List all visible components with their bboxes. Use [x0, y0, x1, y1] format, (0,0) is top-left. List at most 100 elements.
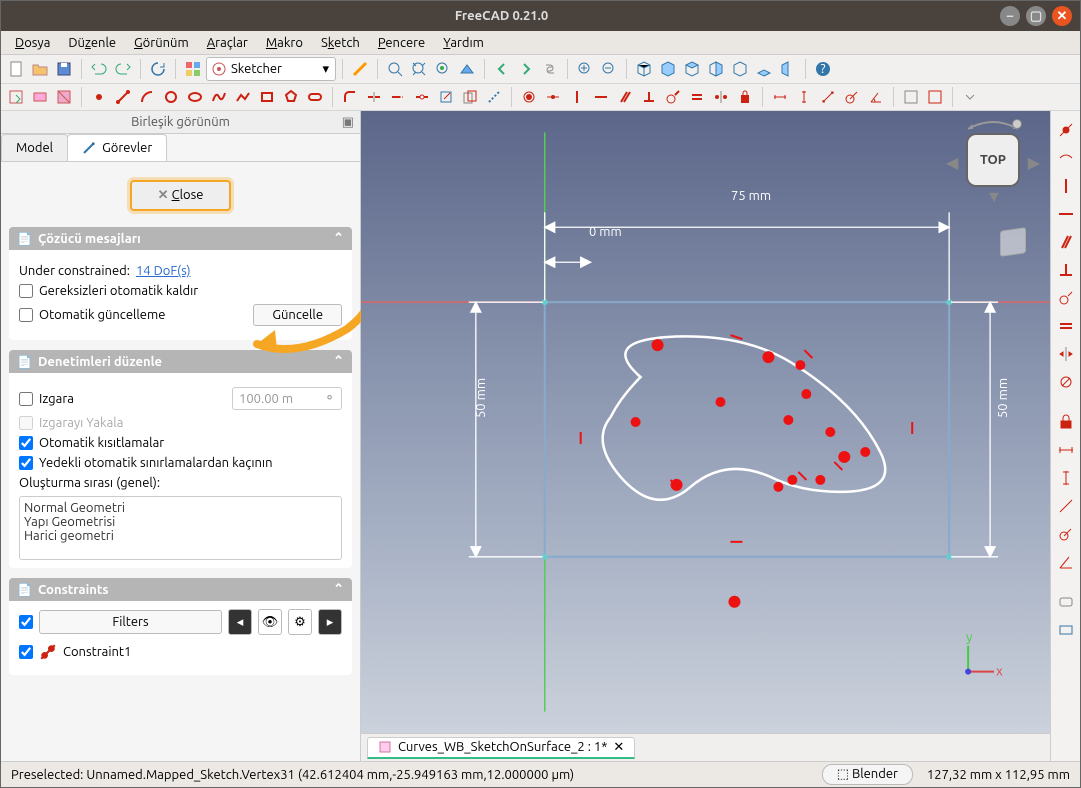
constraint-item-checkbox[interactable]	[19, 645, 33, 659]
trim-icon[interactable]	[363, 86, 385, 108]
update-button[interactable]: Güncelle	[253, 304, 342, 326]
slot-icon[interactable]	[304, 86, 326, 108]
constraints-header[interactable]: Constraints⌃	[9, 578, 352, 601]
render-order-list[interactable]: Normal Geometri Yapı Geometrisi Harici g…	[19, 496, 342, 560]
rc-lock-icon[interactable]	[1055, 411, 1077, 433]
rc-parallel-icon[interactable]	[1055, 231, 1077, 253]
menu-edit[interactable]: Düzenle	[60, 34, 124, 52]
equal-icon[interactable]	[686, 86, 708, 108]
combo-close-icon[interactable]: ▣	[342, 115, 354, 130]
tab-model[interactable]: Model	[1, 134, 68, 161]
rc-vertical-icon[interactable]	[1055, 175, 1077, 197]
rc-horizontal-icon[interactable]	[1055, 203, 1077, 225]
front-view-icon[interactable]	[657, 58, 679, 80]
menu-window[interactable]: Pencere	[370, 34, 433, 52]
zoom-out-icon[interactable]	[598, 58, 620, 80]
edit-controls-header[interactable]: Denetimleri düzenle⌃	[9, 350, 352, 373]
view-sketch-icon[interactable]	[29, 86, 51, 108]
tab-close-icon[interactable]: ✕	[613, 740, 624, 755]
auto-constraints-checkbox[interactable]	[19, 436, 33, 450]
nav-cube[interactable]: TOP ◀ ▶ ▼	[958, 125, 1028, 195]
redo-icon[interactable]	[112, 58, 134, 80]
radius-icon[interactable]	[841, 86, 863, 108]
visibility-icon[interactable]: 👁	[258, 609, 282, 635]
rc-symmetric-icon[interactable]	[1055, 343, 1077, 365]
menu-macro[interactable]: Makro	[258, 34, 311, 52]
grid-checkbox[interactable]	[19, 392, 33, 406]
grid-size-input[interactable]: 100.00 m⚬	[232, 387, 342, 410]
menu-help[interactable]: Yardım	[435, 34, 492, 52]
rear-view-icon[interactable]	[729, 58, 751, 80]
rc-equal-icon[interactable]	[1055, 315, 1077, 337]
nav-left-icon[interactable]: ◀	[946, 153, 958, 172]
right-view-icon[interactable]	[705, 58, 727, 80]
workbench-grid-icon[interactable]	[182, 58, 204, 80]
symmetric-icon[interactable]	[710, 86, 732, 108]
tangent-icon[interactable]	[662, 86, 684, 108]
arc-icon[interactable]	[136, 86, 158, 108]
rc-dist-icon[interactable]	[1055, 495, 1077, 517]
rc-block-icon[interactable]	[1055, 371, 1077, 393]
polyline-icon[interactable]	[232, 86, 254, 108]
persp-toggle-icon[interactable]	[1000, 227, 1026, 257]
rc-toggle-icon[interactable]	[1055, 591, 1077, 613]
whats-this-icon[interactable]: ?	[812, 58, 834, 80]
filters-menu-icon[interactable]: ▸	[318, 609, 342, 635]
menu-sketch[interactable]: Sketch	[313, 34, 368, 52]
top-view-icon[interactable]	[681, 58, 703, 80]
extend-icon[interactable]	[387, 86, 409, 108]
refresh-icon[interactable]	[147, 58, 169, 80]
vdist-icon[interactable]	[793, 86, 815, 108]
nav-style-button[interactable]: ⬚ Blender	[822, 764, 913, 785]
fillet-icon[interactable]	[339, 86, 361, 108]
solver-header[interactable]: Çözücü mesajları⌃	[9, 227, 352, 250]
rc-driving-icon[interactable]	[1055, 619, 1077, 641]
perpendicular-icon[interactable]	[638, 86, 660, 108]
settings-icon[interactable]: ⚙	[288, 609, 312, 635]
overflow-icon[interactable]	[959, 86, 981, 108]
point-icon[interactable]	[88, 86, 110, 108]
horizontal-icon[interactable]	[590, 86, 612, 108]
rc-vdist-icon[interactable]	[1055, 467, 1077, 489]
filters-button[interactable]: Filters	[39, 610, 222, 634]
3d-viewport[interactable]: y x 75 mm 0 mm 50 mm 50 mm TOP ◀ ▶ ▼	[361, 111, 1050, 733]
window-close-icon[interactable]: ✕	[1052, 6, 1072, 26]
zoom-fit-icon[interactable]	[384, 58, 406, 80]
external-icon[interactable]	[435, 86, 457, 108]
select-conflict-icon[interactable]	[900, 86, 922, 108]
left-view-icon[interactable]	[777, 58, 799, 80]
parallel-icon[interactable]	[614, 86, 636, 108]
bottom-view-icon[interactable]	[753, 58, 775, 80]
dof-link[interactable]: 14 DoF(s)	[136, 264, 191, 278]
select-redund-icon[interactable]	[924, 86, 946, 108]
bspline-icon[interactable]	[208, 86, 230, 108]
menu-file[interactable]: Dosya	[7, 34, 58, 52]
block-icon[interactable]	[734, 86, 756, 108]
nav-down-icon[interactable]: ▼	[986, 188, 1002, 207]
auto-remove-checkbox[interactable]	[19, 284, 33, 298]
rc-pointonobj-icon[interactable]	[1055, 147, 1077, 169]
draw-style-icon[interactable]	[456, 58, 478, 80]
tab-tasks[interactable]: Görevler	[67, 134, 167, 161]
document-tab[interactable]: Curves_WB_SketchOnSurface_2 : 1* ✕	[367, 737, 635, 759]
zoom-sel-icon[interactable]	[432, 58, 454, 80]
open-icon[interactable]	[29, 58, 51, 80]
rc-tangent-icon[interactable]	[1055, 287, 1077, 309]
zoom-all-icon[interactable]	[408, 58, 430, 80]
nav-menu-icon[interactable]	[1012, 119, 1022, 129]
coincident-icon[interactable]	[518, 86, 540, 108]
construction-icon[interactable]	[483, 86, 505, 108]
filters-checkbox[interactable]	[19, 615, 33, 629]
line-icon[interactable]	[112, 86, 134, 108]
link-icon[interactable]	[539, 58, 561, 80]
filters-collapse-icon[interactable]: ◂	[228, 609, 252, 635]
hdist-icon[interactable]	[769, 86, 791, 108]
menu-tools[interactable]: Araçlar	[199, 34, 256, 52]
window-minimize-icon[interactable]: –	[1000, 6, 1020, 26]
zoom-in-icon[interactable]	[574, 58, 596, 80]
workbench-selector[interactable]: Sketcher ▾	[206, 57, 336, 81]
split-icon[interactable]	[411, 86, 433, 108]
iso-view-icon[interactable]	[633, 58, 655, 80]
vertical-icon[interactable]	[566, 86, 588, 108]
rc-angle-icon[interactable]	[1055, 551, 1077, 573]
